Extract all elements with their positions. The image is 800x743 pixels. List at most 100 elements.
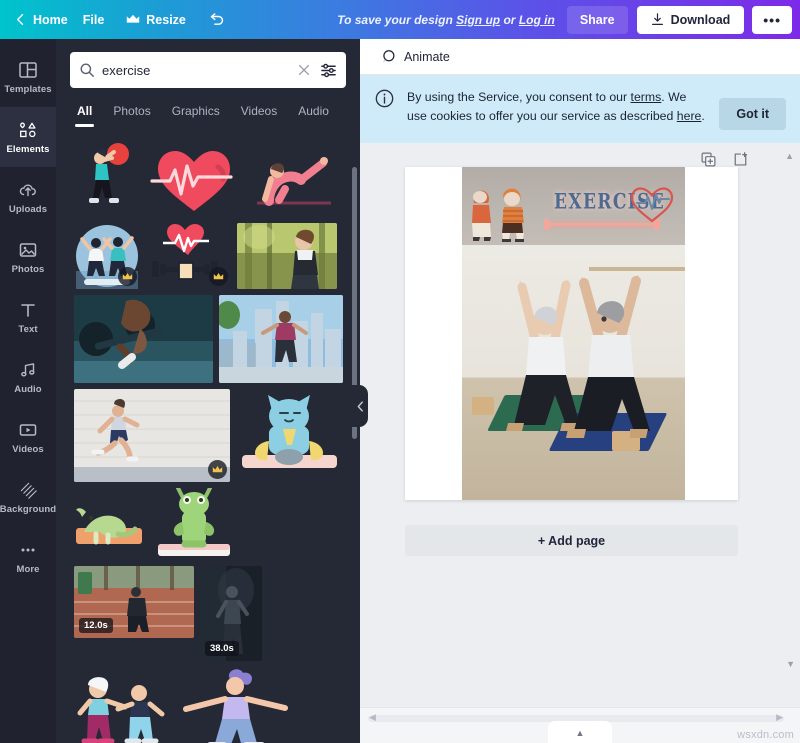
- watermark: wsxdn.com: [737, 729, 794, 741]
- result-item[interactable]: [74, 488, 146, 560]
- result-item[interactable]: 38.0s: [200, 566, 262, 661]
- resize-button[interactable]: Resize: [115, 7, 197, 33]
- share-button[interactable]: Share: [567, 6, 628, 34]
- result-item[interactable]: [219, 295, 343, 383]
- here-link[interactable]: here: [677, 109, 702, 123]
- home-label: Home: [33, 13, 68, 27]
- sidebar-item-text[interactable]: Text: [0, 287, 56, 347]
- left-sidebar: Templates Elements Uploads Ph: [0, 39, 56, 743]
- got-it-button[interactable]: Got it: [719, 98, 786, 130]
- sidebar-label: Text: [18, 324, 37, 335]
- file-label: File: [83, 13, 105, 27]
- woman-stretching-ball-graphic: [74, 141, 140, 217]
- resize-label: Resize: [146, 13, 186, 27]
- sidebar-item-videos[interactable]: Videos: [0, 407, 56, 467]
- sidebar-item-photos[interactable]: Photos: [0, 227, 56, 287]
- search-section: [56, 39, 360, 88]
- tab-photos[interactable]: Photos: [105, 98, 158, 127]
- animate-circle-icon: [380, 49, 396, 65]
- heart-pulse-icon: [629, 184, 675, 224]
- design-photo: EXERCISE: [462, 167, 685, 500]
- elements-icon: [18, 120, 38, 140]
- save-prefix: To save your design: [337, 13, 453, 27]
- result-item[interactable]: [237, 223, 337, 289]
- crown-icon: [212, 465, 223, 474]
- panel-collapse-handle[interactable]: [352, 385, 368, 427]
- add-page-button[interactable]: + Add page: [405, 525, 738, 556]
- result-item[interactable]: [146, 141, 243, 217]
- poster-room-photo: [462, 245, 685, 500]
- result-item[interactable]: [74, 223, 140, 289]
- animate-button[interactable]: Animate: [374, 44, 456, 70]
- search-input[interactable]: [102, 63, 290, 78]
- result-item[interactable]: [74, 389, 230, 482]
- canvas-scroll-up[interactable]: ▲: [785, 151, 794, 161]
- chevron-left-icon: [357, 401, 364, 412]
- result-item[interactable]: [146, 223, 231, 289]
- result-item[interactable]: [74, 141, 140, 217]
- tab-graphics[interactable]: Graphics: [164, 98, 228, 127]
- sidebar-item-uploads[interactable]: Uploads: [0, 167, 56, 227]
- photo-icon: [18, 240, 38, 260]
- canvas-scroll-down[interactable]: ▼: [786, 659, 795, 669]
- search-results-grid: 12.0s 38.0s: [56, 133, 360, 743]
- undo-button[interactable]: [197, 6, 236, 33]
- bottom-bar: ◀ ▶ ▲: [360, 707, 800, 743]
- result-item[interactable]: [174, 667, 296, 743]
- result-item[interactable]: [152, 488, 237, 560]
- editor-area: Animate By using the Service, you consen…: [360, 39, 800, 743]
- sidebar-item-more[interactable]: More: [0, 527, 56, 587]
- animate-label: Animate: [404, 50, 450, 64]
- more-options-button[interactable]: •••: [752, 6, 792, 34]
- file-menu-button[interactable]: File: [72, 7, 116, 33]
- barbell-deadlift-photo: [74, 295, 213, 383]
- search-box[interactable]: [70, 52, 346, 88]
- add-page-icon[interactable]: [733, 152, 748, 167]
- sidebar-item-elements[interactable]: Elements: [0, 107, 56, 167]
- heart-pulse-graphic: [146, 141, 243, 217]
- hatch-pattern-icon: [18, 480, 38, 500]
- crown-icon: [213, 272, 224, 281]
- back-button[interactable]: Home: [8, 7, 72, 33]
- two-kids-squat-graphic: [74, 667, 168, 743]
- top-toolbar: Home File Resize To save your design Sig…: [0, 0, 800, 39]
- two-people-exercising: [492, 263, 667, 453]
- yoga-block-left: [472, 397, 494, 415]
- design-canvas[interactable]: EXERCISE: [405, 167, 738, 500]
- sidebar-label: Background: [0, 504, 56, 515]
- crown-icon: [122, 272, 133, 281]
- cat-yoga-meditation-graphic: [236, 389, 343, 482]
- design-toolbar: Animate: [360, 39, 800, 75]
- result-item[interactable]: [249, 141, 337, 217]
- scroll-right-arrow[interactable]: ▶: [776, 712, 783, 723]
- result-item[interactable]: 12.0s: [74, 566, 194, 638]
- sidebar-item-templates[interactable]: Templates: [0, 47, 56, 107]
- dino-mat-stretch-graphic: [74, 488, 146, 560]
- result-item[interactable]: [74, 295, 213, 383]
- sidebar-label: More: [16, 564, 39, 575]
- page-panel-toggle[interactable]: ▲: [548, 721, 612, 743]
- sign-up-link[interactable]: Sign up: [456, 13, 500, 27]
- sidebar-label: Photos: [12, 264, 45, 275]
- sidebar-item-audio[interactable]: Audio: [0, 347, 56, 407]
- result-item[interactable]: [236, 389, 343, 482]
- terms-link[interactable]: terms: [631, 90, 662, 104]
- close-x-icon[interactable]: [297, 63, 311, 77]
- or-label: or: [503, 13, 515, 27]
- log-in-link[interactable]: Log in: [519, 13, 555, 27]
- info-circle-icon: [375, 89, 394, 108]
- result-item[interactable]: [74, 667, 168, 743]
- download-button[interactable]: Download: [637, 6, 745, 34]
- scroll-left-arrow[interactable]: ◀: [369, 712, 376, 723]
- sliders-filter-icon[interactable]: [320, 62, 337, 79]
- download-label: Download: [671, 13, 731, 27]
- sidebar-item-background[interactable]: Background: [0, 467, 56, 527]
- woman-kneeling-legraise-graphic: [249, 141, 337, 217]
- green-frog-yoga-graphic: [152, 488, 237, 560]
- tab-all[interactable]: All: [69, 98, 100, 127]
- tab-audio[interactable]: Audio: [290, 98, 337, 127]
- download-arrow-icon: [651, 13, 664, 26]
- duplicate-page-icon[interactable]: [701, 152, 716, 167]
- cookie-banner: By using the Service, you consent to our…: [360, 75, 800, 143]
- tab-videos[interactable]: Videos: [233, 98, 285, 127]
